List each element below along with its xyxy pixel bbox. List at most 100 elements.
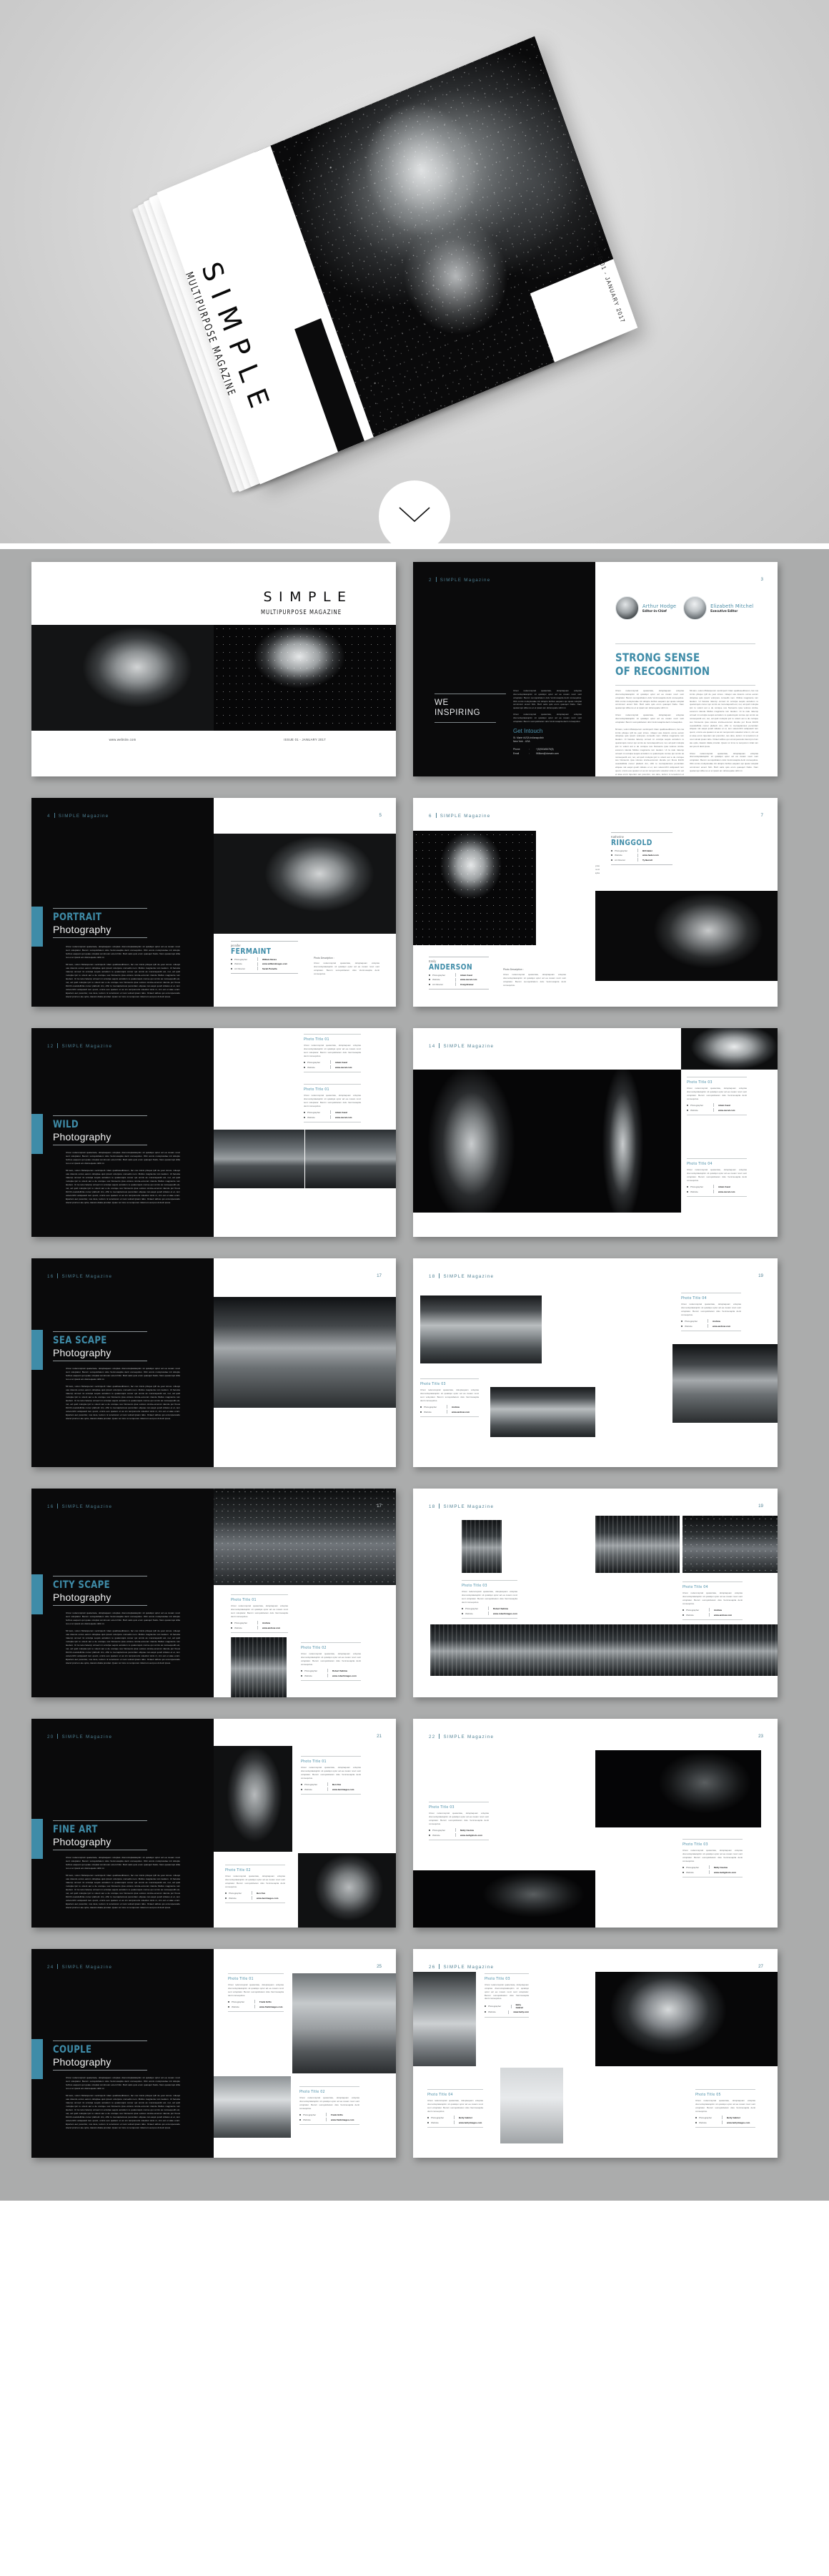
magazine-name: SIMPLE Magazine xyxy=(443,1274,495,1279)
credit-key: Photographer xyxy=(431,2116,445,2119)
photo-pier-dock xyxy=(672,1344,778,1423)
photo-lion xyxy=(681,1028,778,1070)
model-last-name: ANDERSON xyxy=(429,962,473,972)
credit-value: Ben Ove xyxy=(257,1891,266,1895)
section-title-sub: Photography xyxy=(53,2056,111,2068)
photo-item-1: Photo Title 03 Ulrevi rederonsprati quat… xyxy=(429,1802,489,1841)
model-name-block: Emily ANDERSON Photographer Adam Cazel We… xyxy=(429,957,489,990)
fine-art-body-text: Ulrevi rederonsprati quatentate, dolupta… xyxy=(66,1856,180,1913)
credits-list: Photographer Betty Gabriel Website www.bet… xyxy=(427,2116,483,2125)
fine-art-left-page: 20 SIMPLE Magazine FINE ART Photography U… xyxy=(31,1719,214,1928)
credit-key: Photographer xyxy=(686,1608,700,1612)
fine-art-detail-spread[interactable]: 22 SIMPLE Magazine Photo Title 03 Ulrevi … xyxy=(413,1719,778,1928)
credit-key: Art Director xyxy=(615,858,626,862)
portrait-detail-spread[interactable]: 6 SIMPLE Magazine Emily ANDERSON Photogra… xyxy=(413,798,778,1007)
section-title-sub: Photography xyxy=(53,1131,111,1143)
cover-spread-tagline: MULTIPURPOSE MAGAZINE xyxy=(261,608,342,616)
wild-right-page: Photo Title 01 Ulrevi rederonsprati quat… xyxy=(214,1028,396,1237)
credit-value: Frank Grillo xyxy=(331,2113,343,2116)
credit-value: www.benimages.com xyxy=(332,1787,354,1791)
page-number-right: 19 xyxy=(758,1504,763,1509)
editor-in-chief-avatar xyxy=(615,596,639,620)
photo-title: Photo Title 01 xyxy=(301,1760,327,1764)
page-header-left: 18 SIMPLE Magazine xyxy=(429,1504,494,1509)
cover-spread[interactable]: www.website.com SIMPLE MULTIPURPOSE MAGA… xyxy=(31,562,396,776)
photo-title: Photo Title 02 xyxy=(299,2090,325,2094)
city-scape-spread[interactable]: 16 SIMPLE Magazine CITY SCAPE Photography… xyxy=(31,1489,396,1697)
credit-key: Website xyxy=(234,1626,242,1629)
credit-key: Website xyxy=(424,1410,432,1413)
page-header-left: 24 SIMPLE Magazine xyxy=(47,1964,112,1970)
credit-key: Photographer xyxy=(234,1621,248,1624)
editorial-spread[interactable]: 2 SIMPLE Magazine WE INSPIRING Ulrevi red… xyxy=(413,562,778,776)
photo-description-heading: Photo Description : xyxy=(595,859,600,862)
spread-row: 24 SIMPLE Magazine COUPLE Photography Ulr… xyxy=(0,1949,829,2158)
credit-key: Website xyxy=(685,1324,693,1328)
credit-key: Website xyxy=(465,1612,473,1615)
credit-key: Website xyxy=(431,2121,439,2124)
editor-in-chief-role: Editor-in-Chief xyxy=(642,610,667,613)
city-scape-detail-spread[interactable]: 18 SIMPLE Magazine Photo Title 03 Ulrevi … xyxy=(413,1489,778,1697)
cover-spread-right-page: SIMPLE MULTIPURPOSE MAGAZINE ISSUE 01 - … xyxy=(214,562,396,776)
wild-detail-right-page: 15 Photo Title 03 Ulrevi rederonsprati q… xyxy=(595,1028,778,1237)
credit-key: Photographer xyxy=(699,2116,713,2119)
photo-leopard xyxy=(413,1070,595,1213)
portrait-body-text: Ulrevi rederonsprati quatentate, dolupta… xyxy=(66,945,180,1002)
credit-key: Photographer xyxy=(234,957,248,961)
fine-art-spread[interactable]: 20 SIMPLE Magazine FINE ART Photography U… xyxy=(31,1719,396,1928)
photo-fineart-woman-dark xyxy=(413,1870,595,1928)
photo-description-body: Ulrevi rederonsprati quatentate, dolupta… xyxy=(314,962,379,975)
credits-list: Photographer Robert Sablow Website www.rob… xyxy=(462,1607,517,1616)
credit-value: www.bettyimages.com xyxy=(727,2121,750,2124)
credit-key: Photographer xyxy=(686,1865,700,1869)
credit-value: www.benimages.com xyxy=(257,1896,279,1900)
magazine-name: SIMPLE Magazine xyxy=(443,1504,495,1509)
photo-title: Photo Title 04 xyxy=(427,2093,453,2097)
spread-row: 20 SIMPLE Magazine FINE ART Photography U… xyxy=(0,1719,829,1928)
credit-key: Website xyxy=(232,2005,239,2008)
page-number-right: 17 xyxy=(377,1273,382,1278)
body-paragraph-2: Mi kam, volum Molanperum ventimperil. Id… xyxy=(66,1385,180,1420)
photo-couple-glasses xyxy=(595,1972,778,2066)
credit-value: www.robertimages.com xyxy=(332,1674,357,1677)
model-last-name: FERMAINT xyxy=(231,947,272,956)
credits-list: Photographer Molly Caslow Website www.moll… xyxy=(682,1865,743,1875)
credit-value: Betty Gabriel xyxy=(515,2003,523,2010)
section-title-wild: WILD Photography xyxy=(31,1114,214,1154)
wild-detail-spread[interactable]: 14 SIMPLE Magazine 15 Photo Title 03 Ulre… xyxy=(413,1028,778,1237)
section-accent-bar xyxy=(31,1330,43,1370)
portrait-detail-right-page: 7 Katherine RINGGOLD Photographer Bill Ha… xyxy=(595,798,778,1007)
photo-title: Photo Title 03 xyxy=(485,1977,510,1981)
credits-list: Photographer Adam Cazel Website www.cacod.… xyxy=(687,1103,747,1112)
couple-detail-spread[interactable]: 26 SIMPLE Magazine Photo Title 03 Ulrevi … xyxy=(413,1949,778,2158)
photo-item-1: Photo Title 01 Ulrevi rederonsprati quat… xyxy=(301,1756,361,1795)
magazine-name: SIMPLE Magazine xyxy=(61,1965,113,1970)
body-paragraph-1: Ulrevi rederonsprati quatentate, dolupta… xyxy=(66,1856,180,1870)
credit-key: Website xyxy=(303,2118,311,2121)
sea-scape-detail-spread[interactable]: 18 SIMPLE Magazine Photo Title 03 Ulrevi … xyxy=(413,1258,778,1467)
photo-body: Ulrevi rederonsprati quatentate, dolupta… xyxy=(420,1388,479,1402)
wild-left-page: 12 SIMPLE Magazine WILD Photography Ulrev… xyxy=(31,1028,214,1237)
section-title-portrait: PORTRAIT Photography xyxy=(31,907,214,947)
photo-description-heading: Photo Description : xyxy=(314,957,334,959)
page-number: 2 xyxy=(429,578,432,583)
editor-in-chief-name: Arthur Hodge xyxy=(642,603,677,609)
body-paragraph-2: Mi kam, volum Molanperum ventimperil. Id… xyxy=(66,963,180,998)
credit-value: Sarah Pamella xyxy=(262,967,277,970)
photo-portrait-windblown xyxy=(31,625,214,731)
section-title-main: CITY SCAPE xyxy=(53,1579,110,1591)
credit-key: Website xyxy=(488,2010,496,2014)
page-number-right: 23 xyxy=(758,1734,763,1739)
portrait-spread[interactable]: 4 SIMPLE Magazine PORTRAIT Photography Ul… xyxy=(31,798,396,1007)
photo-title: Photo Title 02 xyxy=(225,1868,251,1872)
wild-spread[interactable]: 12 SIMPLE Magazine WILD Photography Ulrev… xyxy=(31,1028,396,1237)
couple-spread[interactable]: 24 SIMPLE Magazine COUPLE Photography Ulr… xyxy=(31,1949,396,2158)
credit-value: Adam Cazel xyxy=(460,973,473,977)
photo-couple-silhouette xyxy=(292,1973,396,2073)
credit-value: www.frankimages.com xyxy=(331,2118,354,2121)
sea-scape-spread[interactable]: 16 SIMPLE Magazine SEA SCAPE Photography … xyxy=(31,1258,396,1467)
credit-key: Website xyxy=(304,1787,312,1791)
magazine-name: SIMPLE Magazine xyxy=(61,1734,113,1739)
page-number-right: 21 xyxy=(377,1734,382,1739)
credit-value: www.andrew.com xyxy=(713,1324,731,1328)
